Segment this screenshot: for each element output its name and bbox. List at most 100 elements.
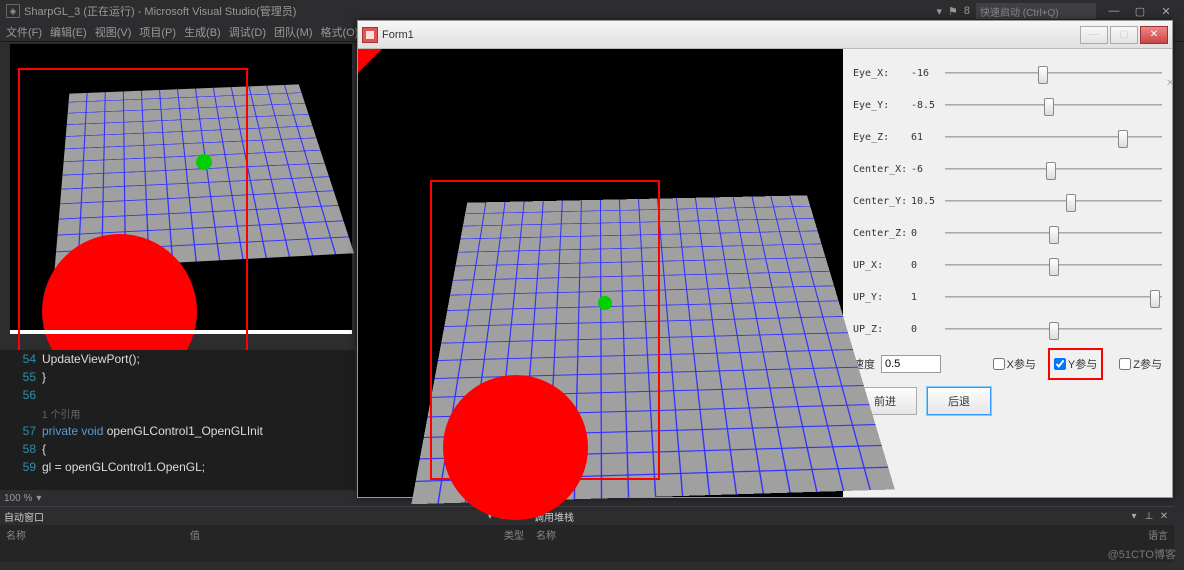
slider-thumb[interactable] <box>1049 322 1059 340</box>
slider-track[interactable] <box>945 63 1162 83</box>
slider-label: UP_X: <box>853 260 911 271</box>
preview-border <box>10 330 352 334</box>
col-lang: 语言 <box>1142 525 1174 543</box>
slider-value: 0 <box>911 228 945 239</box>
notification-area: ▾ ⚑ 8 <box>936 5 970 18</box>
code-editor[interactable]: 54 UpdateViewPort();55 }56 1 个引用57 priva… <box>0 350 355 490</box>
slider-label: Center_Y: <box>853 196 911 207</box>
slider-row: Center_Y:10.5 <box>853 185 1162 217</box>
callstack-window[interactable]: 调用堆栈 ▾ ⊥ ✕ 名称 语言 <box>530 506 1174 562</box>
slider-label: Eye_X: <box>853 68 911 79</box>
tool-title: 自动窗口 <box>4 509 44 524</box>
slider-row: UP_Z:0 <box>853 313 1162 345</box>
col-type: 类型 <box>498 525 530 543</box>
slider-track[interactable] <box>945 223 1162 243</box>
col-value: 值 <box>184 525 206 543</box>
slider-row: Eye_Y:-8.5 <box>853 89 1162 121</box>
code-line[interactable]: gl = openGLControl1.OpenGL; <box>42 460 205 474</box>
slider-label: Eye_Z: <box>853 132 911 143</box>
code-line[interactable]: UpdateViewPort(); <box>42 352 140 366</box>
slider-label: UP_Z: <box>853 324 911 335</box>
opengl-preview-left <box>10 44 352 334</box>
line-number: 56 <box>0 388 42 402</box>
slider-value: 10.5 <box>911 196 945 207</box>
maximize-icon[interactable]: ▢ <box>1128 3 1152 19</box>
close-button[interactable]: ✕ <box>1140 26 1168 44</box>
y-checkbox[interactable]: Y参与 <box>1054 356 1097 372</box>
x-checkbox[interactable]: X参与 <box>993 356 1036 372</box>
slider-thumb[interactable] <box>1049 226 1059 244</box>
opengl-viewport[interactable] <box>358 49 843 497</box>
line-number: 59 <box>0 460 42 474</box>
close-icon[interactable]: ✕ <box>1158 510 1170 522</box>
slider-thumb[interactable] <box>1049 258 1059 276</box>
slider-label: Center_X: <box>853 164 911 175</box>
corner-triangle <box>358 49 382 73</box>
menu-item[interactable]: 生成(B) <box>184 24 221 40</box>
minimize-icon[interactable]: ― <box>1102 3 1126 19</box>
menu-item[interactable]: 格式(O) <box>321 24 359 40</box>
slider-track[interactable] <box>945 159 1162 179</box>
slider-row: Eye_X:-16 <box>853 57 1162 89</box>
quick-launch-input[interactable]: 快速启动 (Ctrl+Q) <box>976 3 1096 19</box>
slider-thumb[interactable] <box>1046 162 1056 180</box>
slider-track[interactable] <box>945 287 1162 307</box>
slider-thumb[interactable] <box>1044 98 1054 116</box>
z-checkbox[interactable]: Z参与 <box>1119 356 1162 372</box>
slider-label: Eye_Y: <box>853 100 911 111</box>
autos-window[interactable]: 自动窗口 ▾ ⊥ ✕ 名称 值 类型 <box>0 506 530 562</box>
menu-item[interactable]: 项目(P) <box>139 24 176 40</box>
slider-thumb[interactable] <box>1038 66 1048 84</box>
green-dot <box>196 154 212 170</box>
pin-icon[interactable]: ⊥ <box>1143 510 1155 522</box>
code-line[interactable]: private void openGLControl1_OpenGLInit <box>42 424 263 438</box>
slider-track[interactable] <box>945 191 1162 211</box>
green-dot <box>598 296 612 310</box>
slider-value: 0 <box>911 324 945 335</box>
line-number: 57 <box>0 424 42 438</box>
line-number: 58 <box>0 442 42 456</box>
maximize-button[interactable]: ▢ <box>1110 26 1138 44</box>
slider-value: -16 <box>911 68 945 79</box>
red-circle <box>443 375 588 520</box>
code-line[interactable]: { <box>42 442 46 456</box>
dropdown-icon[interactable]: ▾ <box>1128 510 1140 522</box>
speed-input[interactable] <box>881 355 941 373</box>
form1-titlebar[interactable]: Form1 ― ▢ ✕ <box>358 21 1172 49</box>
zoom-indicator[interactable]: 100 %▾ <box>0 490 355 506</box>
app-icon <box>362 27 378 43</box>
menu-item[interactable]: 文件(F) <box>6 24 42 40</box>
slider-thumb[interactable] <box>1150 290 1160 308</box>
menu-item[interactable]: 视图(V) <box>95 24 132 40</box>
side-close-icon[interactable]: ✕ <box>1166 78 1178 90</box>
col-name: 名称 <box>0 525 32 543</box>
code-line[interactable]: } <box>42 370 46 384</box>
slider-track[interactable] <box>945 127 1162 147</box>
flag-icon[interactable]: ⚑ <box>948 5 958 18</box>
menu-item[interactable]: 编辑(E) <box>50 24 87 40</box>
slider-value: 1 <box>911 292 945 303</box>
control-panel: Eye_X:-16Eye_Y:-8.5Eye_Z:61Center_X:-6Ce… <box>843 49 1172 497</box>
vs-title-text: SharpGL_3 (正在运行) - Microsoft Visual Stud… <box>24 3 296 19</box>
slider-track[interactable] <box>945 255 1162 275</box>
slider-label: Center_Z: <box>853 228 911 239</box>
watermark: @51CTO博客 <box>1108 546 1176 562</box>
slider-value: 0 <box>911 260 945 271</box>
slider-thumb[interactable] <box>1066 194 1076 212</box>
slider-row: Center_X:-6 <box>853 153 1162 185</box>
menu-item[interactable]: 调试(D) <box>229 24 266 40</box>
slider-value: 61 <box>911 132 945 143</box>
notifications-icon[interactable]: ▾ <box>936 5 942 18</box>
slider-track[interactable] <box>945 319 1162 339</box>
line-number: 54 <box>0 352 42 366</box>
col-name: 名称 <box>530 525 562 543</box>
slider-row: UP_Y:1 <box>853 281 1162 313</box>
minimize-button[interactable]: ― <box>1080 26 1108 44</box>
code-line[interactable]: 1 个引用 <box>42 406 80 421</box>
slider-row: Eye_Z:61 <box>853 121 1162 153</box>
close-icon[interactable]: ✕ <box>1154 3 1178 19</box>
slider-track[interactable] <box>945 95 1162 115</box>
menu-item[interactable]: 团队(M) <box>274 24 313 40</box>
backward-button[interactable]: 后退 <box>927 387 991 415</box>
slider-thumb[interactable] <box>1118 130 1128 148</box>
